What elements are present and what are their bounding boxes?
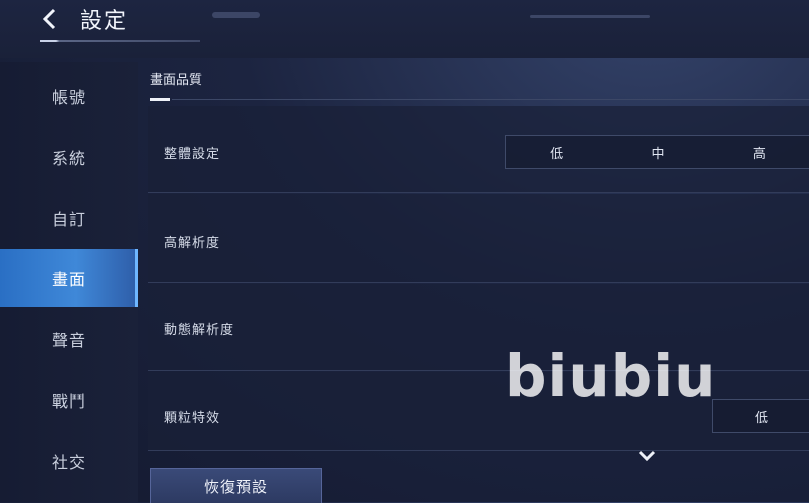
- sidebar-item-system[interactable]: 系統: [0, 128, 138, 186]
- sidebar-item-account[interactable]: 帳號: [0, 67, 138, 125]
- restore-defaults-button[interactable]: 恢復預設: [150, 468, 322, 503]
- decorative-bar: [212, 12, 260, 18]
- tab-display-quality[interactable]: 畫面品質: [150, 68, 202, 98]
- page-title: 設定: [80, 9, 129, 34]
- decorative-bar: [530, 15, 650, 18]
- setting-label: 高解析度: [164, 236, 221, 251]
- sidebar-item-label: 自訂: [51, 210, 86, 229]
- title-underline: [40, 40, 200, 42]
- sidebar-item-social[interactable]: 社交: [0, 432, 138, 490]
- setting-row-high-resolution[interactable]: 高解析度: [148, 194, 809, 283]
- scroll-down-button[interactable]: [636, 448, 658, 464]
- option-medium[interactable]: 中: [607, 136, 708, 168]
- setting-row-overall: 整體設定 低 中 高: [148, 106, 809, 193]
- watermark: biubiu: [505, 342, 717, 410]
- overall-quality-selector: 低 中 高: [505, 135, 809, 169]
- chevron-left-icon: [42, 8, 56, 30]
- sidebar-item-battle[interactable]: 戰鬥: [0, 371, 138, 429]
- sidebar-item-label: 畫面: [51, 270, 86, 289]
- option-low[interactable]: 低: [506, 136, 607, 168]
- sidebar: 帳號 系統 自訂 畫面 聲音 戰鬥 社交: [0, 62, 138, 502]
- sidebar-item-label: 聲音: [51, 331, 86, 350]
- sidebar-item-label: 社交: [51, 453, 86, 472]
- setting-label: 整體設定: [164, 147, 221, 162]
- setting-label: 動態解析度: [164, 323, 235, 338]
- sidebar-item-label: 系統: [51, 149, 86, 168]
- top-bar: 設定: [0, 0, 809, 58]
- option-low[interactable]: 低: [712, 399, 809, 433]
- sidebar-item-label: 帳號: [51, 88, 86, 107]
- sidebar-item-sound[interactable]: 聲音: [0, 310, 138, 368]
- back-button[interactable]: [34, 4, 66, 34]
- setting-label: 顆粒特效: [164, 411, 221, 426]
- chevron-down-icon: [638, 450, 656, 462]
- section-divider: [172, 99, 809, 100]
- option-high[interactable]: 高: [709, 136, 809, 168]
- sidebar-item-display[interactable]: 畫面: [0, 249, 138, 307]
- tab-indicator: [150, 98, 170, 101]
- sidebar-item-custom[interactable]: 自訂: [0, 189, 138, 247]
- sidebar-item-label: 戰鬥: [51, 392, 86, 411]
